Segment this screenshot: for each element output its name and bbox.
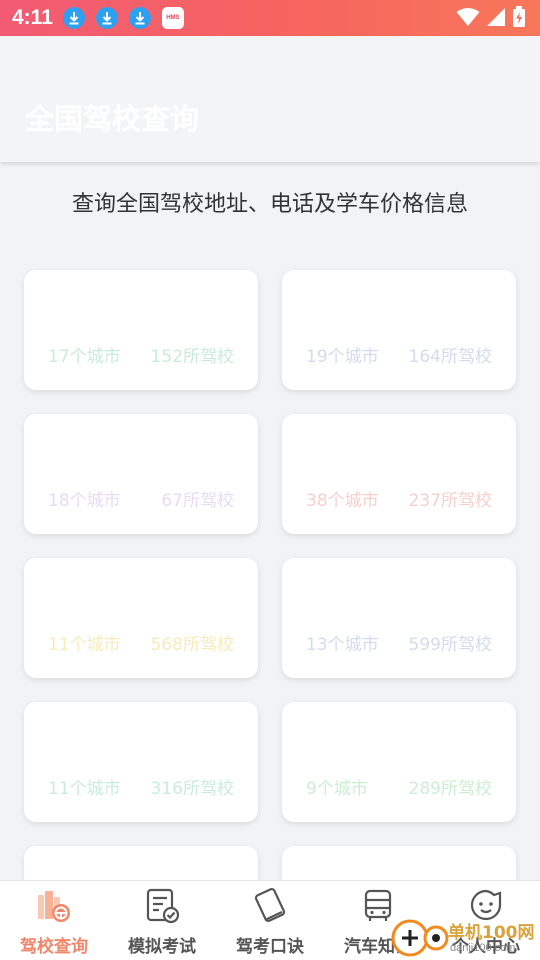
region-card[interactable]: 19个城市 164所驾校 [282,270,516,390]
nav-item-driving-school[interactable]: 驾校查询 [0,881,108,960]
exam-paper-icon [143,887,181,925]
region-card[interactable]: 11个城市 316所驾校 [24,702,258,822]
nav-label: 模拟考试 [128,937,196,957]
download-icon [128,7,151,29]
card-cities: 11个城市 [48,635,121,655]
status-bar: 4:11 HMS [0,0,540,36]
card-schools: 289所驾校 [408,779,492,799]
region-card[interactable]: 13个城市 599所驾校 [282,558,516,678]
card-schools: 152所驾校 [150,347,234,367]
region-card[interactable]: 38个城市 237所驾校 [282,414,516,534]
page-title: 全国驾校查询 [25,102,200,136]
page-subtitle: 查询全国驾校地址、电话及学车价格信息 [71,192,468,217]
card-schools: 237所驾校 [408,491,492,511]
status-time: 4:11 [12,6,53,29]
card-cities: 19个城市 [306,347,379,367]
card-cities: 11个城市 [48,779,121,799]
card-schools: 316所驾校 [150,779,234,799]
nav-item-exam-tips[interactable]: 驾考口诀 [216,881,324,960]
battery-icon [513,6,525,27]
card-cities: 17个城市 [48,347,121,367]
download-icon [95,7,118,29]
watermark-url: danji100.com [450,942,516,954]
cards-icon [251,887,289,925]
nav-label: 驾考口诀 [236,937,304,957]
nav-item-mock-exam[interactable]: 模拟考试 [108,881,216,960]
watermark-logo-icon [391,919,449,957]
region-card[interactable]: 18个城市 67所驾校 [24,414,258,534]
region-card[interactable]: 17个城市 152所驾校 [24,270,258,390]
hms-icon: HMS [161,7,184,29]
region-card[interactable]: 11个城市 568所驾校 [24,558,258,678]
nav-label: 驾校查询 [20,937,88,957]
card-cities: 18个城市 [48,491,121,511]
card-schools: 599所驾校 [408,635,492,655]
app-header: 全国驾校查询 [0,36,540,162]
card-cities: 13个城市 [306,635,379,655]
wifi-icon [456,8,480,26]
watermark: 单机100网 danji100.com [390,916,540,960]
region-card[interactable]: 9个城市 289所驾校 [282,702,516,822]
card-cities: 9个城市 [306,779,368,799]
card-schools: 568所驾校 [150,635,234,655]
driving-school-icon [35,887,73,925]
card-schools: 67所驾校 [161,491,234,511]
card-schools: 164所驾校 [408,347,492,367]
watermark-text: 单机100网 [448,923,535,943]
card-cities: 38个城市 [306,491,379,511]
signal-icon [487,8,505,26]
download-icon [62,7,85,29]
